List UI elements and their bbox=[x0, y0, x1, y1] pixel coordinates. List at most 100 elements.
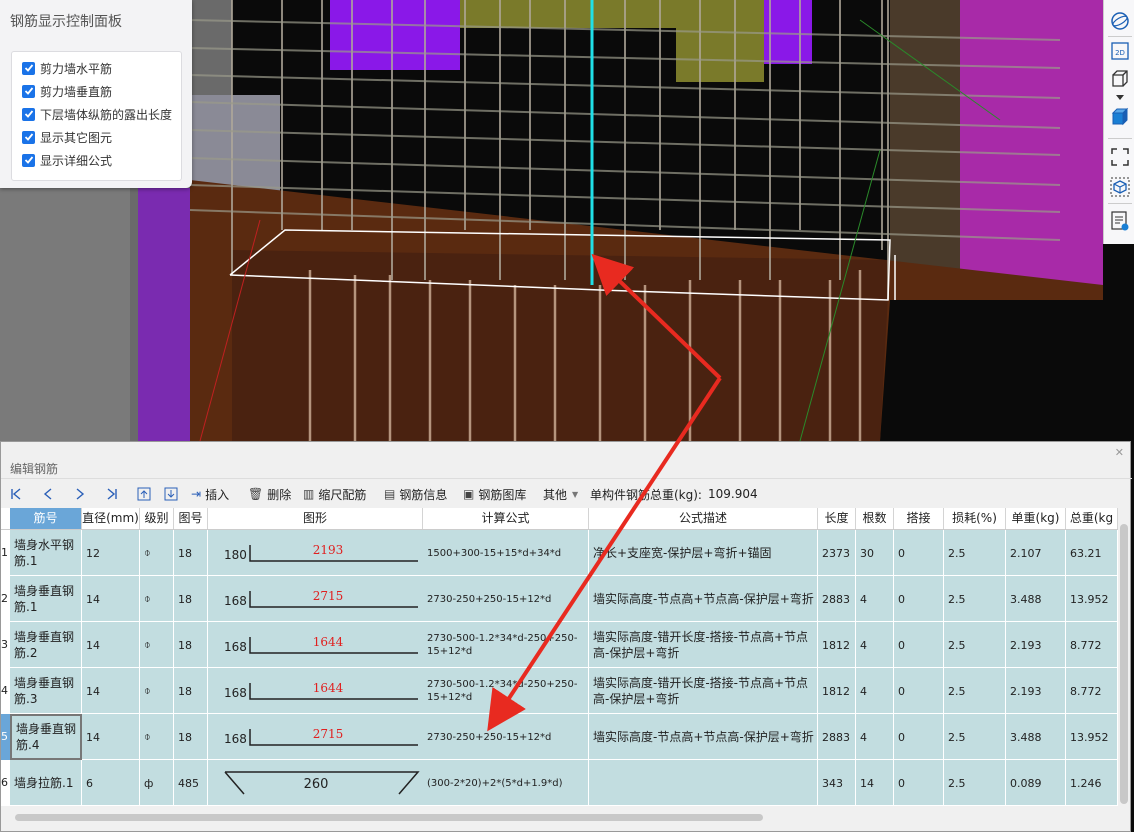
cell-grade[interactable]: ⌽ bbox=[140, 576, 174, 622]
cell-len[interactable]: 2373 bbox=[818, 530, 856, 576]
cell-desc[interactable] bbox=[589, 760, 818, 806]
col-header[interactable]: 根数 bbox=[856, 508, 894, 529]
cell-shape[interactable]: 168 2715 bbox=[208, 714, 423, 760]
fullscreen-icon[interactable] bbox=[1109, 146, 1131, 168]
move-down-icon[interactable] bbox=[164, 485, 178, 503]
col-header[interactable]: 搭接 bbox=[894, 508, 944, 529]
cell-shape[interactable]: 180 2193 bbox=[208, 530, 423, 576]
cell-count[interactable]: 14 bbox=[856, 760, 894, 806]
checkbox-checked-icon[interactable] bbox=[22, 107, 35, 121]
cell-unit[interactable]: 2.193 bbox=[1006, 668, 1066, 714]
cell-shape[interactable]: 168 1644 bbox=[208, 668, 423, 714]
list-view-icon[interactable] bbox=[1109, 210, 1131, 232]
other-dropdown[interactable]: 其他 ▼ bbox=[543, 485, 578, 503]
cell-formula[interactable]: 2730-500-1.2*34*d-250+250-15+12*d bbox=[423, 622, 589, 668]
cell-dia[interactable]: 14 bbox=[82, 576, 140, 622]
cell-fig[interactable]: 18 bbox=[174, 714, 208, 760]
cell-count[interactable]: 4 bbox=[856, 668, 894, 714]
cell-desc[interactable]: 净长+支座宽-保护层+弯折+锚固 bbox=[589, 530, 818, 576]
orbit-icon[interactable] bbox=[1109, 10, 1131, 32]
last-record-icon[interactable] bbox=[106, 485, 118, 503]
cell-loss[interactable]: 2.5 bbox=[944, 576, 1006, 622]
scale-rebar-button[interactable]: ▥ 缩尺配筋 bbox=[303, 485, 366, 503]
cell-grade[interactable]: ⌽ bbox=[140, 668, 174, 714]
previous-record-icon[interactable] bbox=[42, 485, 54, 503]
table-row[interactable]: 4 墙身垂直钢筋.3 14 ⌽ 18 2730-500-1.2*34*d-250+250-… bbox=[1, 668, 1118, 714]
cell-loss[interactable]: 2.5 bbox=[944, 622, 1006, 668]
cell-fig[interactable]: 18 bbox=[174, 530, 208, 576]
cell-total[interactable]: 13.952 bbox=[1066, 576, 1118, 622]
cell-loss[interactable]: 2.5 bbox=[944, 668, 1006, 714]
cell-total[interactable]: 1.246 bbox=[1066, 760, 1118, 806]
cell-len[interactable]: 1812 bbox=[818, 622, 856, 668]
move-up-icon[interactable] bbox=[137, 485, 151, 503]
col-header[interactable]: 图形 bbox=[208, 508, 423, 529]
col-header[interactable]: 图号 bbox=[174, 508, 208, 529]
cell-fig[interactable]: 18 bbox=[174, 576, 208, 622]
cell-formula[interactable]: 2730-250+250-15+12*d bbox=[423, 714, 589, 760]
cell-len[interactable]: 2883 bbox=[818, 714, 856, 760]
cell-name[interactable]: 墙身垂直钢筋.4 bbox=[10, 714, 82, 760]
col-header[interactable]: 直径(mm) bbox=[82, 508, 140, 529]
cell-lap[interactable]: 0 bbox=[894, 668, 944, 714]
cell-total[interactable]: 8.772 bbox=[1066, 668, 1118, 714]
cell-count[interactable]: 4 bbox=[856, 714, 894, 760]
col-header[interactable]: 公式描述 bbox=[589, 508, 818, 529]
cell-lap[interactable]: 0 bbox=[894, 576, 944, 622]
cell-desc[interactable]: 墙实际高度-节点高+节点高-保护层+弯折 bbox=[589, 576, 818, 622]
cell-unit[interactable]: 2.107 bbox=[1006, 530, 1066, 576]
component-box-icon[interactable] bbox=[1109, 176, 1131, 198]
cell-loss[interactable]: 2.5 bbox=[944, 714, 1006, 760]
cell-desc[interactable]: 墙实际高度-错开长度-搭接-节点高+节点高-保护层+弯折 bbox=[589, 622, 818, 668]
cell-formula[interactable]: 2730-500-1.2*34*d-250+250-15+12*d bbox=[423, 668, 589, 714]
rebar-info-button[interactable]: ▤ 钢筋信息 bbox=[384, 485, 447, 503]
cell-lap[interactable]: 0 bbox=[894, 714, 944, 760]
cell-formula[interactable]: 1500+300-15+15*d+34*d bbox=[423, 530, 589, 576]
cell-len[interactable]: 1812 bbox=[818, 668, 856, 714]
next-record-icon[interactable] bbox=[74, 485, 86, 503]
scroll-thumb[interactable] bbox=[1120, 524, 1128, 804]
cell-shape[interactable]: 168 2715 bbox=[208, 576, 423, 622]
cell-name[interactable]: 墙身垂直钢筋.2 bbox=[10, 622, 82, 668]
close-icon[interactable]: ✕ bbox=[1115, 446, 1124, 459]
option-show-other-elements[interactable]: 显示其它图元 bbox=[22, 127, 112, 147]
cell-fig[interactable]: 18 bbox=[174, 622, 208, 668]
cell-grade[interactable]: ф bbox=[140, 760, 174, 806]
2d-view-icon[interactable]: 2D bbox=[1109, 40, 1131, 62]
cell-loss[interactable]: 2.5 bbox=[944, 760, 1006, 806]
cell-name[interactable]: 墙身水平钢筋.1 bbox=[10, 530, 82, 576]
table-row[interactable]: 1 墙身水平钢筋.1 12 ⌽ 18 1500+300-15+15*d+34*d 净长+支座… bbox=[1, 530, 1118, 576]
cell-name[interactable]: 墙身拉筋.1 bbox=[10, 760, 82, 806]
cell-shape[interactable]: 260 bbox=[208, 760, 423, 806]
cell-unit[interactable]: 3.488 bbox=[1006, 576, 1066, 622]
cell-lap[interactable]: 0 bbox=[894, 530, 944, 576]
option-lower-wall-exposed[interactable]: 下层墙体纵筋的露出长度 bbox=[22, 104, 172, 124]
cell-name[interactable]: 墙身垂直钢筋.1 bbox=[10, 576, 82, 622]
cell-loss[interactable]: 2.5 bbox=[944, 530, 1006, 576]
first-record-icon[interactable] bbox=[10, 485, 22, 503]
col-header[interactable]: 级别 bbox=[140, 508, 174, 529]
col-header[interactable]: 单重(kg) bbox=[1006, 508, 1066, 529]
table-row[interactable]: 2 墙身垂直钢筋.1 14 ⌽ 18 2730-250+250-15+12*d 墙实际高度-… bbox=[1, 576, 1118, 622]
cell-grade[interactable]: ⌽ bbox=[140, 714, 174, 760]
table-row[interactable]: 6 墙身拉筋.1 6 ф 485 (300-2*20)+2*(5*d+1.9*d) 343 1… bbox=[1, 760, 1118, 806]
cell-fig[interactable]: 485 bbox=[174, 760, 208, 806]
cell-unit[interactable]: 3.488 bbox=[1006, 714, 1066, 760]
cell-grade[interactable]: ⌽ bbox=[140, 530, 174, 576]
col-header[interactable]: 长度 bbox=[818, 508, 856, 529]
cell-lap[interactable]: 0 bbox=[894, 760, 944, 806]
cell-unit[interactable]: 0.089 bbox=[1006, 760, 1066, 806]
cell-total[interactable]: 63.21 bbox=[1066, 530, 1118, 576]
option-show-detail-formula[interactable]: 显示详细公式 bbox=[22, 150, 112, 170]
horizontal-scrollbar[interactable] bbox=[1, 811, 1118, 823]
checkbox-checked-icon[interactable] bbox=[22, 130, 35, 144]
cell-total[interactable]: 8.772 bbox=[1066, 622, 1118, 668]
rebar-library-button[interactable]: ▣ 钢筋图库 bbox=[463, 485, 526, 503]
checkbox-checked-icon[interactable] bbox=[22, 84, 35, 98]
cell-dia[interactable]: 12 bbox=[82, 530, 140, 576]
cell-dia[interactable]: 14 bbox=[82, 622, 140, 668]
cell-count[interactable]: 4 bbox=[856, 576, 894, 622]
cell-grade[interactable]: ⌽ bbox=[140, 622, 174, 668]
cell-dia[interactable]: 14 bbox=[82, 714, 140, 760]
cell-len[interactable]: 343 bbox=[818, 760, 856, 806]
